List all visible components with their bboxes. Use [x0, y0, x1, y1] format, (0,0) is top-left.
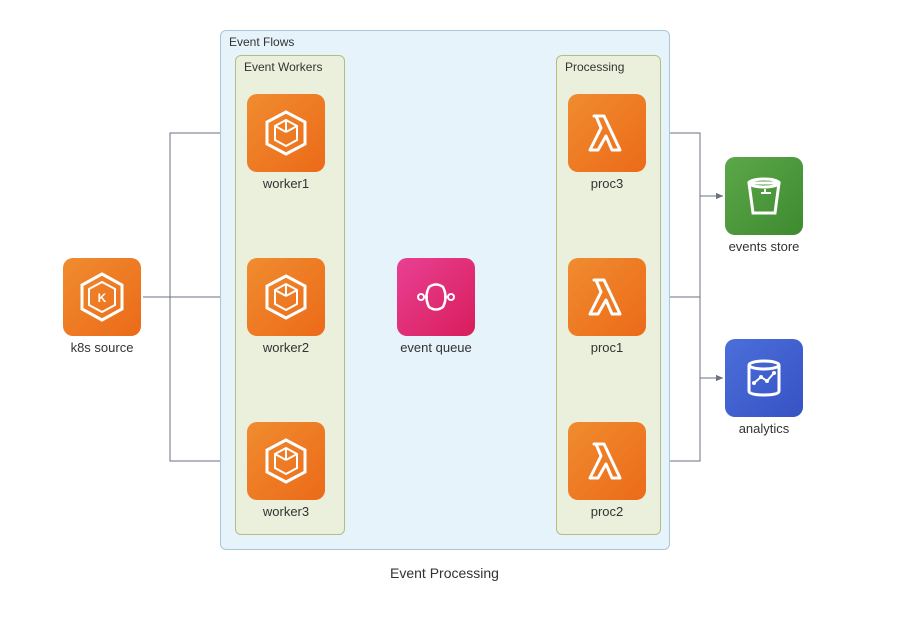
node-k8s-source: K k8s source [63, 258, 141, 355]
node-worker2: worker2 [247, 258, 325, 355]
eventbridge-icon [397, 258, 475, 336]
node-worker1-label: worker1 [247, 176, 325, 191]
eks-icon: K [63, 258, 141, 336]
node-proc2-label: proc2 [568, 504, 646, 519]
lambda-icon [568, 258, 646, 336]
group-event-workers-title: Event Workers [244, 60, 322, 74]
diagram-caption: Event Processing [390, 565, 499, 581]
ecs-icon [247, 422, 325, 500]
node-proc1-label: proc1 [568, 340, 646, 355]
node-proc1: proc1 [568, 258, 646, 355]
svg-text:K: K [98, 291, 107, 305]
node-events-store: events store [725, 157, 803, 254]
ecs-icon [247, 258, 325, 336]
node-events-store-label: events store [725, 239, 803, 254]
node-worker2-label: worker2 [247, 340, 325, 355]
lambda-icon [568, 422, 646, 500]
node-proc2: proc2 [568, 422, 646, 519]
node-worker3: worker3 [247, 422, 325, 519]
node-worker3-label: worker3 [247, 504, 325, 519]
analytics-icon [725, 339, 803, 417]
s3-bucket-icon [725, 157, 803, 235]
node-proc3: proc3 [568, 94, 646, 191]
node-k8s-source-label: k8s source [63, 340, 141, 355]
lambda-icon [568, 94, 646, 172]
group-event-flows-title: Event Flows [229, 35, 294, 49]
group-processing-title: Processing [565, 60, 624, 74]
ecs-icon [247, 94, 325, 172]
node-worker1: worker1 [247, 94, 325, 191]
node-analytics-label: analytics [725, 421, 803, 436]
node-event-queue: event queue [397, 258, 475, 355]
node-proc3-label: proc3 [568, 176, 646, 191]
node-event-queue-label: event queue [397, 340, 475, 355]
node-analytics: analytics [725, 339, 803, 436]
